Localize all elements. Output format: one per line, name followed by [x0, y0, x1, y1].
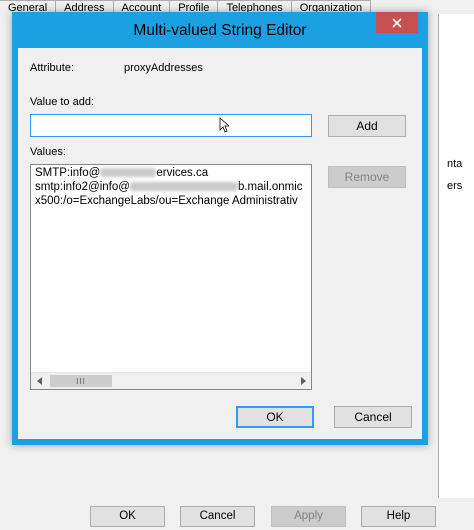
dialog-title: Multi-valued String Editor	[133, 22, 307, 39]
multi-valued-string-editor-dialog: Multi-valued String Editor Attribute: pr…	[12, 12, 428, 445]
scroll-left-button[interactable]	[31, 373, 48, 389]
ok-button[interactable]: OK	[236, 406, 314, 428]
dialog-content: Attribute: proxyAddresses Value to add: …	[18, 48, 422, 439]
close-button[interactable]	[376, 12, 418, 33]
cancel-button[interactable]: Cancel	[334, 406, 412, 428]
value-to-add-input[interactable]	[30, 114, 312, 137]
background-help-button[interactable]: Help	[361, 506, 436, 527]
text-cursor-icon	[219, 117, 229, 133]
background-side-text: nta	[447, 158, 463, 170]
scroll-right-button[interactable]	[294, 373, 311, 389]
list-item-text: ervices.ca	[156, 167, 209, 179]
values-list[interactable]: SMTP:info@ ervices.ca smtp:info2@info@ b.m…	[30, 164, 312, 390]
redacted-text	[100, 168, 157, 178]
list-item[interactable]: smtp:info2@info@ b.mail.onmic	[35, 181, 303, 193]
list-item-text: b.mail.onmic	[237, 181, 303, 193]
list-item-text: x500:/o=ExchangeLabs/ou=Exchange Adminis…	[35, 195, 298, 207]
background-right-panel: nta ers	[438, 14, 474, 514]
background-side-text: ers	[447, 180, 463, 192]
background-ok-button[interactable]: OK	[90, 506, 165, 527]
horizontal-scrollbar[interactable]: III	[31, 372, 311, 389]
values-label: Values:	[30, 146, 66, 158]
list-item-text: SMTP:info@	[35, 167, 101, 179]
scroll-thumb[interactable]: III	[50, 375, 112, 387]
add-button[interactable]: Add	[328, 115, 406, 137]
close-icon	[392, 17, 402, 28]
attribute-label: Attribute:	[30, 62, 75, 74]
list-item[interactable]: x500:/o=ExchangeLabs/ou=Exchange Adminis…	[35, 195, 298, 207]
list-item[interactable]: SMTP:info@ ervices.ca	[35, 167, 208, 179]
remove-button[interactable]: Remove	[328, 166, 406, 188]
background-cancel-button[interactable]: Cancel	[180, 506, 255, 527]
background-button-bar: OK Cancel Apply Help	[0, 498, 474, 530]
background-apply-button[interactable]: Apply	[271, 506, 346, 527]
chevron-left-icon	[36, 377, 42, 385]
chevron-right-icon	[300, 377, 306, 385]
attribute-value: proxyAddresses	[124, 62, 203, 74]
list-item-text: smtp:info2@info@	[35, 181, 130, 193]
redacted-text	[129, 182, 238, 192]
title-bar[interactable]: Multi-valued String Editor	[12, 12, 428, 48]
value-to-add-label: Value to add:	[30, 96, 95, 108]
scroll-grip-icon: III	[76, 376, 86, 386]
